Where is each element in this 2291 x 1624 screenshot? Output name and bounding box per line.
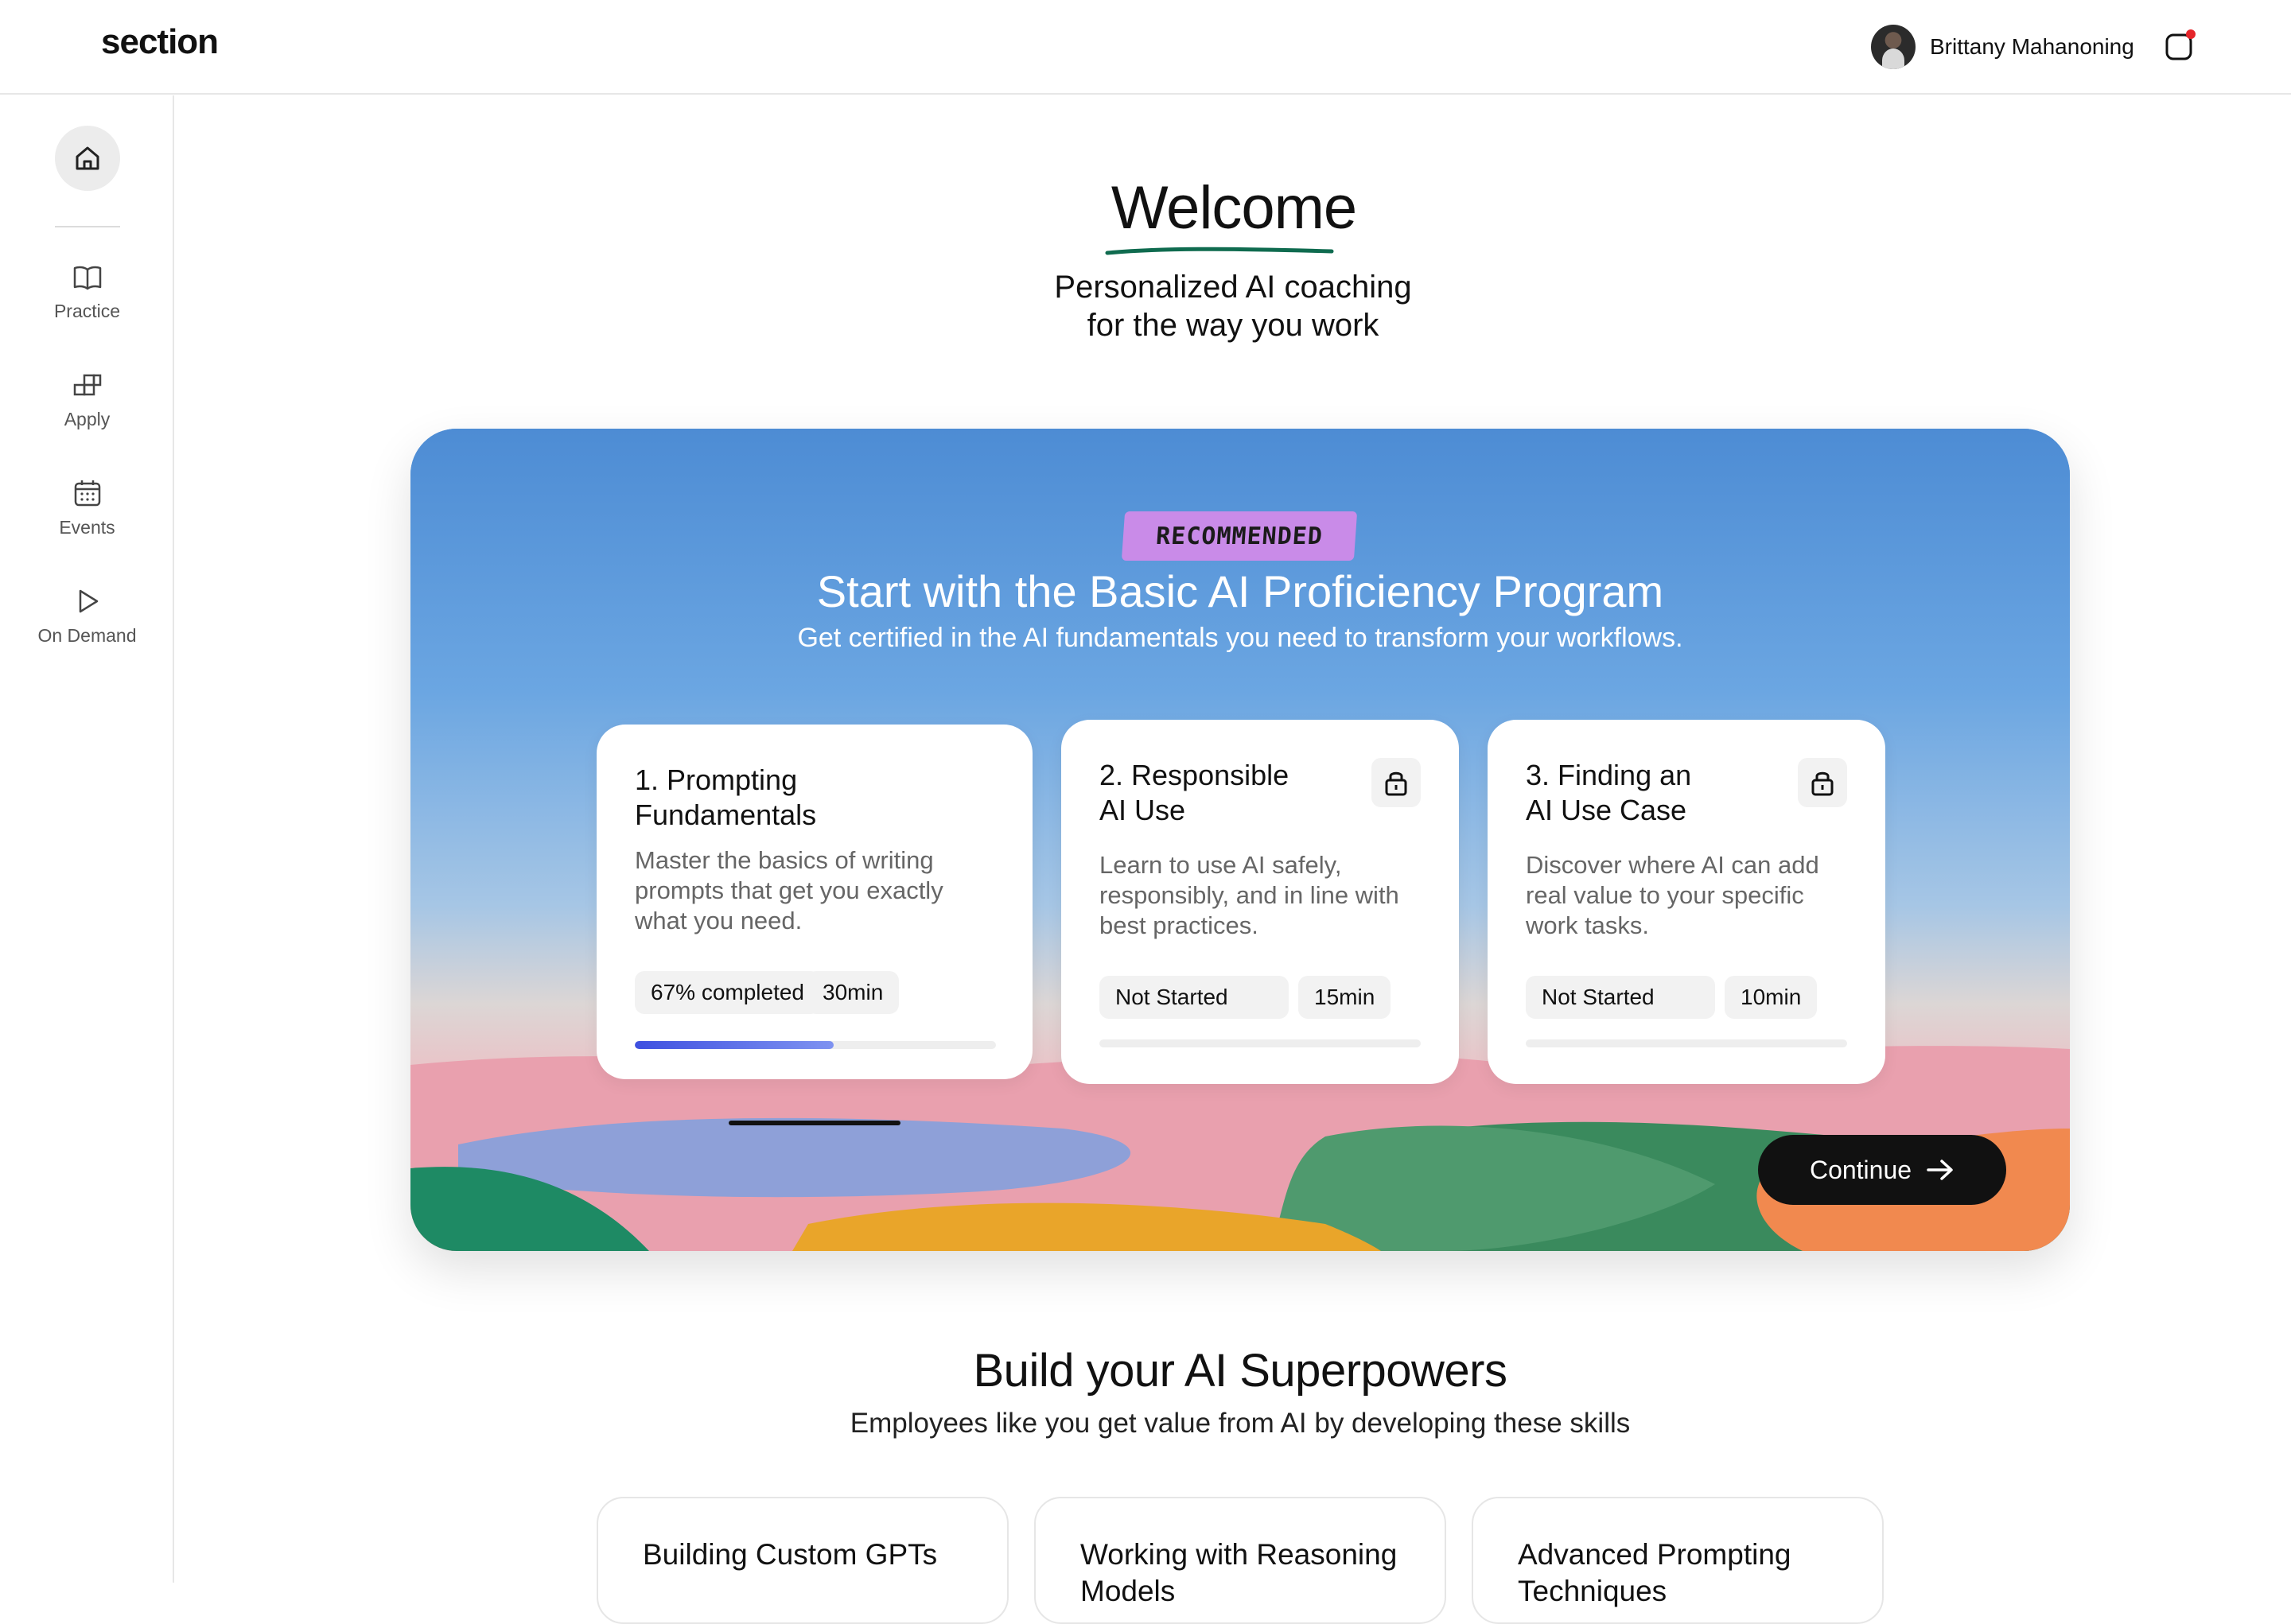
- module-title: 2. Responsible AI Use: [1099, 758, 1289, 828]
- skill-title: Building Custom GPTs: [643, 1538, 938, 1571]
- module-description: Master the basics of writing prompts tha…: [635, 846, 943, 934]
- sidebar-item-practice[interactable]: Practice: [0, 261, 174, 348]
- home-button[interactable]: [55, 126, 120, 191]
- duration-badge: 15min: [1298, 976, 1391, 1019]
- module-description: Discover where AI can add real value to …: [1526, 851, 1819, 939]
- carousel-indicator[interactable]: [729, 1121, 900, 1125]
- sidebar-item-label: Apply: [64, 409, 111, 429]
- module-card-responsible-ai[interactable]: 2. Responsible AI Use Learn to use AI sa…: [1061, 720, 1459, 1084]
- skill-card[interactable]: Building Custom GPTs: [597, 1497, 1009, 1624]
- recommended-badge: RECOMMENDED: [1121, 511, 1358, 561]
- page-tagline: Personalized AI coaching for the way you…: [994, 268, 1472, 344]
- sidebar-divider: [55, 226, 120, 227]
- user-menu[interactable]: Brittany Mahanoning: [1871, 24, 2134, 70]
- app-logo[interactable]: section: [101, 22, 219, 62]
- notification-bell-icon[interactable]: [2162, 27, 2200, 65]
- top-bar: section Brittany Mahanoning: [0, 0, 2291, 95]
- program-hero: RECOMMENDED Start with the Basic AI Prof…: [410, 429, 2070, 1251]
- tagline-line: for the way you work: [1087, 308, 1379, 343]
- page-title: Welcome: [1110, 174, 1357, 242]
- module-title: 1. Prompting Fundamentals: [635, 763, 816, 833]
- notification-dot: [2186, 29, 2196, 39]
- skill-title: Advanced Prompting Techniques: [1518, 1538, 1791, 1607]
- module-description: Learn to use AI safely, responsibly, and…: [1099, 851, 1399, 939]
- calendar-icon: [74, 480, 100, 507]
- program-subtitle: Get certified in the AI fundamentals you…: [797, 623, 1683, 653]
- module-title-line: 3. Finding an: [1526, 759, 1692, 791]
- sidebar-item-events[interactable]: Events: [0, 477, 174, 565]
- module-title-line: 1. Prompting: [635, 763, 798, 796]
- module-title-line: 2. Responsible: [1099, 759, 1289, 791]
- status-badge: Not Started: [1526, 976, 1715, 1019]
- sidebar-item-label: On Demand: [37, 625, 137, 646]
- sidebar-item-label: Events: [59, 517, 115, 538]
- home-icon: [76, 146, 99, 170]
- play-icon: [79, 589, 98, 613]
- arrow-right-icon: [1927, 1160, 1953, 1180]
- status-badge: 67% completed: [635, 971, 821, 1014]
- progress-bar: [1099, 1039, 1421, 1047]
- module-title: 3. Finding an AI Use Case: [1526, 758, 1691, 828]
- lock-glyph: [1385, 771, 1407, 796]
- book-icon: [73, 266, 101, 290]
- skill-card[interactable]: Working with Reasoning Models: [1034, 1497, 1446, 1624]
- user-name[interactable]: Brittany Mahanoning: [1930, 34, 2134, 60]
- status-badge: Not Started: [1099, 976, 1289, 1019]
- sidebar-item-on-demand[interactable]: On Demand: [0, 585, 174, 673]
- module-title-line: Fundamentals: [635, 798, 817, 831]
- avatar[interactable]: [1871, 25, 1916, 69]
- module-title-line: AI Use Case: [1526, 794, 1687, 826]
- title-underline: [1105, 247, 1334, 255]
- progress-bar: [635, 1041, 996, 1049]
- skill-card[interactable]: Advanced Prompting Techniques: [1472, 1497, 1884, 1624]
- program-title: Start with the Basic AI Proficiency Prog…: [816, 566, 1664, 616]
- progress-fill: [635, 1041, 834, 1049]
- duration-badge: 10min: [1725, 976, 1818, 1019]
- section-title: Build your AI Superpowers: [973, 1345, 1507, 1397]
- skill-title: Working with Reasoning Models: [1080, 1538, 1398, 1607]
- tagline-line: Personalized AI coaching: [1054, 270, 1412, 305]
- section-subtitle: Employees like you get value from AI by …: [850, 1408, 1631, 1439]
- lock-glyph: [1811, 771, 1834, 796]
- module-title-line: AI Use: [1099, 794, 1186, 826]
- sidebar-item-apply[interactable]: Apply: [0, 369, 174, 457]
- blocks-icon: [73, 374, 101, 396]
- continue-label: Continue: [1809, 1155, 1912, 1184]
- duration-badge: 30min: [807, 971, 900, 1014]
- progress-bar: [1526, 1039, 1847, 1047]
- continue-button[interactable]: Continue: [1758, 1135, 2006, 1205]
- lock-icon: [1798, 758, 1847, 807]
- sidebar-item-label: Practice: [53, 301, 121, 321]
- module-card-prompting[interactable]: 1. Prompting Fundamentals Master the bas…: [597, 725, 1033, 1079]
- notification-icon: [2165, 29, 2196, 60]
- module-card-finding-use-case[interactable]: 3. Finding an AI Use Case Discover where…: [1488, 720, 1885, 1084]
- lock-icon: [1371, 758, 1421, 807]
